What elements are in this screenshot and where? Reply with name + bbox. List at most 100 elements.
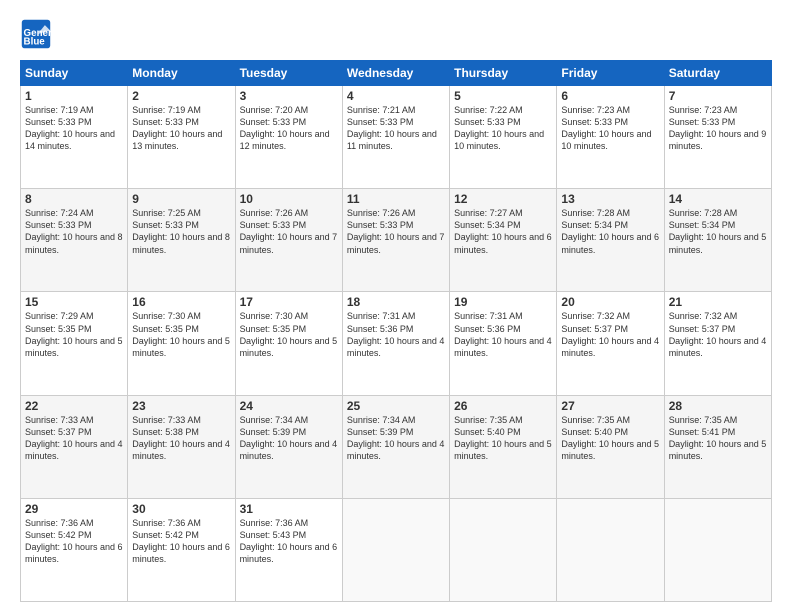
day-info: Sunrise: 7:35 AM Sunset: 5:40 PM Dayligh… — [454, 414, 552, 463]
table-cell: 27Sunrise: 7:35 AM Sunset: 5:40 PM Dayli… — [557, 395, 664, 498]
day-number: 21 — [669, 295, 767, 309]
day-info: Sunrise: 7:26 AM Sunset: 5:33 PM Dayligh… — [240, 207, 338, 256]
svg-text:Blue: Blue — [24, 37, 46, 48]
col-tuesday: Tuesday — [235, 61, 342, 86]
table-cell: 2Sunrise: 7:19 AM Sunset: 5:33 PM Daylig… — [128, 86, 235, 189]
table-cell: 10Sunrise: 7:26 AM Sunset: 5:33 PM Dayli… — [235, 189, 342, 292]
day-info: Sunrise: 7:30 AM Sunset: 5:35 PM Dayligh… — [132, 310, 230, 359]
day-info: Sunrise: 7:19 AM Sunset: 5:33 PM Dayligh… — [25, 104, 123, 153]
day-number: 20 — [561, 295, 659, 309]
table-cell: 24Sunrise: 7:34 AM Sunset: 5:39 PM Dayli… — [235, 395, 342, 498]
table-cell: 30Sunrise: 7:36 AM Sunset: 5:42 PM Dayli… — [128, 498, 235, 601]
day-number: 5 — [454, 89, 552, 103]
table-cell: 13Sunrise: 7:28 AM Sunset: 5:34 PM Dayli… — [557, 189, 664, 292]
day-info: Sunrise: 7:27 AM Sunset: 5:34 PM Dayligh… — [454, 207, 552, 256]
day-number: 13 — [561, 192, 659, 206]
day-number: 24 — [240, 399, 338, 413]
day-number: 23 — [132, 399, 230, 413]
table-cell: 29Sunrise: 7:36 AM Sunset: 5:42 PM Dayli… — [21, 498, 128, 601]
table-cell: 12Sunrise: 7:27 AM Sunset: 5:34 PM Dayli… — [450, 189, 557, 292]
table-cell: 6Sunrise: 7:23 AM Sunset: 5:33 PM Daylig… — [557, 86, 664, 189]
day-info: Sunrise: 7:33 AM Sunset: 5:37 PM Dayligh… — [25, 414, 123, 463]
table-cell: 20Sunrise: 7:32 AM Sunset: 5:37 PM Dayli… — [557, 292, 664, 395]
col-wednesday: Wednesday — [342, 61, 449, 86]
page: General Blue Sunday Monday Tuesday Wedne… — [0, 0, 792, 612]
calendar-header-row: Sunday Monday Tuesday Wednesday Thursday… — [21, 61, 772, 86]
logo-icon: General Blue — [20, 18, 52, 50]
table-cell: 11Sunrise: 7:26 AM Sunset: 5:33 PM Dayli… — [342, 189, 449, 292]
day-number: 31 — [240, 502, 338, 516]
col-saturday: Saturday — [664, 61, 771, 86]
day-info: Sunrise: 7:35 AM Sunset: 5:41 PM Dayligh… — [669, 414, 767, 463]
day-number: 1 — [25, 89, 123, 103]
table-cell: 28Sunrise: 7:35 AM Sunset: 5:41 PM Dayli… — [664, 395, 771, 498]
day-info: Sunrise: 7:34 AM Sunset: 5:39 PM Dayligh… — [240, 414, 338, 463]
week-row-5: 29 Sunrise: 7:36 AM Sunset: 5:42 PM Dayli… — [21, 498, 772, 601]
table-cell: 7Sunrise: 7:23 AM Sunset: 5:33 PM Daylig… — [664, 86, 771, 189]
table-cell: 18Sunrise: 7:31 AM Sunset: 5:36 PM Dayli… — [342, 292, 449, 395]
table-cell: 16Sunrise: 7:30 AM Sunset: 5:35 PM Dayli… — [128, 292, 235, 395]
day-info: Sunrise: 7:24 AM Sunset: 5:33 PM Dayligh… — [25, 207, 123, 256]
day-info: Sunrise: 7:34 AM Sunset: 5:39 PM Dayligh… — [347, 414, 445, 463]
table-cell: 4Sunrise: 7:21 AM Sunset: 5:33 PM Daylig… — [342, 86, 449, 189]
day-number: 16 — [132, 295, 230, 309]
table-cell: 25Sunrise: 7:34 AM Sunset: 5:39 PM Dayli… — [342, 395, 449, 498]
logo: General Blue — [20, 18, 56, 50]
day-info: Sunrise: 7:31 AM Sunset: 5:36 PM Dayligh… — [347, 310, 445, 359]
col-monday: Monday — [128, 61, 235, 86]
table-cell: 21Sunrise: 7:32 AM Sunset: 5:37 PM Dayli… — [664, 292, 771, 395]
table-cell: 9Sunrise: 7:25 AM Sunset: 5:33 PM Daylig… — [128, 189, 235, 292]
day-number: 17 — [240, 295, 338, 309]
table-cell: 5Sunrise: 7:22 AM Sunset: 5:33 PM Daylig… — [450, 86, 557, 189]
day-number: 6 — [561, 89, 659, 103]
table-cell: 26Sunrise: 7:35 AM Sunset: 5:40 PM Dayli… — [450, 395, 557, 498]
table-cell — [557, 498, 664, 601]
day-info: Sunrise: 7:26 AM Sunset: 5:33 PM Dayligh… — [347, 207, 445, 256]
day-number: 26 — [454, 399, 552, 413]
day-info: Sunrise: 7:21 AM Sunset: 5:33 PM Dayligh… — [347, 104, 445, 153]
table-cell — [664, 498, 771, 601]
day-number: 12 — [454, 192, 552, 206]
day-number: 11 — [347, 192, 445, 206]
table-cell: 1Sunrise: 7:19 AM Sunset: 5:33 PM Daylig… — [21, 86, 128, 189]
day-info: Sunrise: 7:30 AM Sunset: 5:35 PM Dayligh… — [240, 310, 338, 359]
day-number: 19 — [454, 295, 552, 309]
week-row-2: 8Sunrise: 7:24 AM Sunset: 5:33 PM Daylig… — [21, 189, 772, 292]
day-number: 30 — [132, 502, 230, 516]
day-info: Sunrise: 7:28 AM Sunset: 5:34 PM Dayligh… — [669, 207, 767, 256]
day-info: Sunrise: 7:33 AM Sunset: 5:38 PM Dayligh… — [132, 414, 230, 463]
day-number: 27 — [561, 399, 659, 413]
week-row-4: 22Sunrise: 7:33 AM Sunset: 5:37 PM Dayli… — [21, 395, 772, 498]
table-cell: 15Sunrise: 7:29 AM Sunset: 5:35 PM Dayli… — [21, 292, 128, 395]
table-cell: 22Sunrise: 7:33 AM Sunset: 5:37 PM Dayli… — [21, 395, 128, 498]
day-number: 4 — [347, 89, 445, 103]
day-number: 28 — [669, 399, 767, 413]
table-cell: 8Sunrise: 7:24 AM Sunset: 5:33 PM Daylig… — [21, 189, 128, 292]
day-number: 8 — [25, 192, 123, 206]
day-number: 14 — [669, 192, 767, 206]
day-number: 10 — [240, 192, 338, 206]
col-sunday: Sunday — [21, 61, 128, 86]
table-cell: 31Sunrise: 7:36 AM Sunset: 5:43 PM Dayli… — [235, 498, 342, 601]
day-number: 3 — [240, 89, 338, 103]
day-number: 22 — [25, 399, 123, 413]
day-info: Sunrise: 7:23 AM Sunset: 5:33 PM Dayligh… — [561, 104, 659, 153]
table-cell: 23Sunrise: 7:33 AM Sunset: 5:38 PM Dayli… — [128, 395, 235, 498]
day-number: 15 — [25, 295, 123, 309]
day-info: Sunrise: 7:25 AM Sunset: 5:33 PM Dayligh… — [132, 207, 230, 256]
day-info: Sunrise: 7:35 AM Sunset: 5:40 PM Dayligh… — [561, 414, 659, 463]
day-number: 29 — [25, 502, 123, 516]
col-friday: Friday — [557, 61, 664, 86]
day-info: Sunrise: 7:36 AM Sunset: 5:42 PM Dayligh… — [132, 517, 230, 566]
col-thursday: Thursday — [450, 61, 557, 86]
day-number: 18 — [347, 295, 445, 309]
week-row-1: 1Sunrise: 7:19 AM Sunset: 5:33 PM Daylig… — [21, 86, 772, 189]
day-info: Sunrise: 7:32 AM Sunset: 5:37 PM Dayligh… — [561, 310, 659, 359]
day-info: Sunrise: 7:22 AM Sunset: 5:33 PM Dayligh… — [454, 104, 552, 153]
table-cell: 17Sunrise: 7:30 AM Sunset: 5:35 PM Dayli… — [235, 292, 342, 395]
table-cell: 14Sunrise: 7:28 AM Sunset: 5:34 PM Dayli… — [664, 189, 771, 292]
calendar-table: Sunday Monday Tuesday Wednesday Thursday… — [20, 60, 772, 602]
header: General Blue — [20, 18, 772, 50]
day-info: Sunrise: 7:31 AM Sunset: 5:36 PM Dayligh… — [454, 310, 552, 359]
day-info: Sunrise: 7:29 AM Sunset: 5:35 PM Dayligh… — [25, 310, 123, 359]
